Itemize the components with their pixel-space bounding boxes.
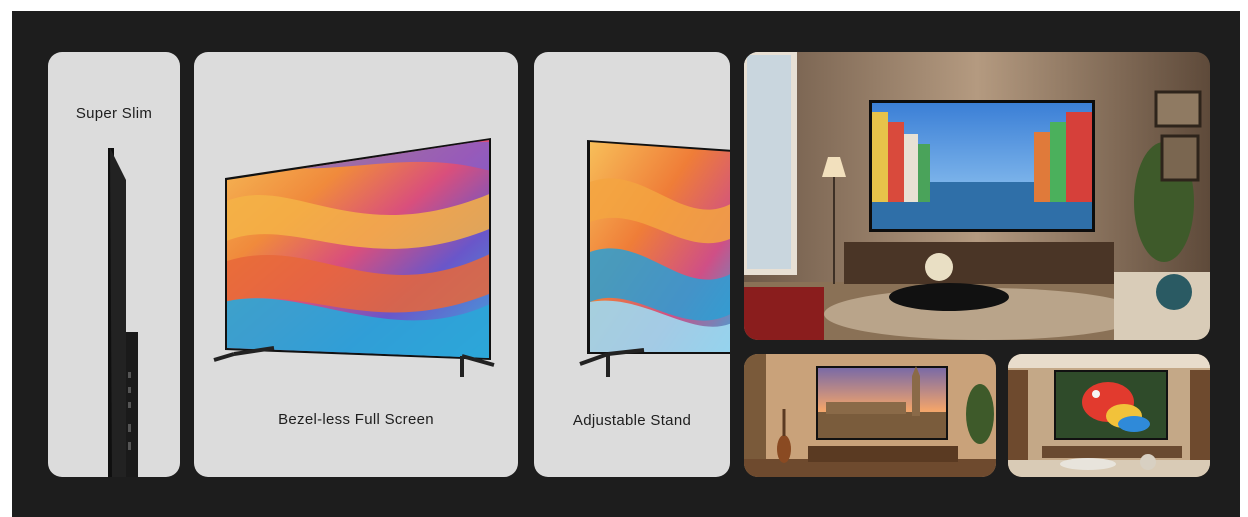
room-tv-london-image <box>744 354 996 477</box>
tv-side-profile-icon <box>108 148 138 477</box>
lifestyle-photo-parrot-room <box>1008 354 1210 477</box>
banner: Super Slim Bezel-less Full Screen Adjust… <box>12 11 1240 517</box>
lifestyle-photo-living-room <box>744 52 1210 340</box>
feature-card-adjustable-stand: Adjustable Stand <box>534 52 730 477</box>
living-room-tv-image <box>744 52 1210 340</box>
lifestyle-photo-london-room <box>744 354 996 477</box>
feature-card-super-slim: Super Slim <box>48 52 180 477</box>
feature-label-adjustable-stand: Adjustable Stand <box>572 412 692 429</box>
room-tv-parrot-image <box>1008 354 1210 477</box>
feature-card-bezel-less: Bezel-less Full Screen <box>194 52 518 477</box>
feature-label-bezel-less: Bezel-less Full Screen <box>278 411 434 428</box>
